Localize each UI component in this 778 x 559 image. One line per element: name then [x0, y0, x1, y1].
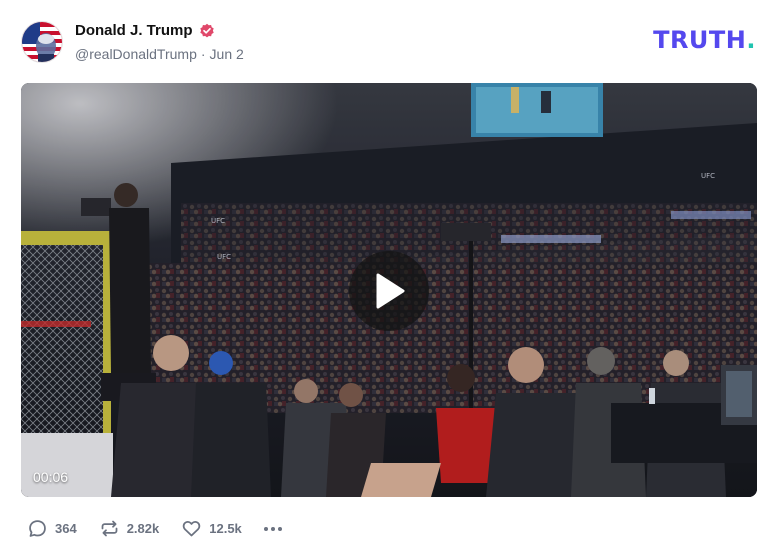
play-button[interactable]	[349, 251, 429, 331]
avatar[interactable]	[21, 21, 63, 63]
truth-logo-dot: .	[746, 26, 756, 54]
more-options-icon[interactable]	[263, 519, 282, 539]
action-bar: 364 2.82k 12.5k	[27, 518, 282, 539]
verified-badge-icon	[199, 23, 215, 39]
video-player[interactable]: UFC UFC UFC 00:06	[21, 83, 757, 497]
meta-separator: ·	[200, 46, 206, 62]
reply-count: 364	[55, 521, 77, 536]
avatar-image	[22, 22, 62, 62]
truth-post: Donald J. Trump @realDonaldTrump · Jun 2…	[0, 0, 778, 559]
retruth-icon	[101, 520, 118, 537]
retruth-count: 2.82k	[126, 521, 160, 536]
author-name-row: Donald J. Trump	[75, 22, 215, 39]
author-handle[interactable]: @realDonaldTrump	[75, 46, 197, 62]
author-display-name[interactable]: Donald J. Trump	[75, 22, 193, 39]
heart-icon	[183, 520, 201, 537]
reply-button[interactable]: 364	[27, 518, 77, 539]
author-meta: @realDonaldTrump · Jun 2	[75, 46, 244, 62]
dot-2	[270, 526, 275, 531]
dot-3	[277, 526, 282, 531]
truth-logo[interactable]: TRUTH.	[653, 28, 756, 52]
like-button[interactable]: 12.5k	[181, 518, 242, 539]
dot-1	[263, 526, 268, 531]
comment-icon	[29, 520, 46, 537]
video-duration: 00:06	[33, 469, 69, 485]
play-icon	[376, 273, 405, 309]
post-date[interactable]: Jun 2	[210, 46, 244, 62]
truth-logo-text: TRUTH	[653, 26, 747, 54]
like-count: 12.5k	[209, 521, 242, 536]
retruth-button[interactable]: 2.82k	[99, 518, 160, 539]
